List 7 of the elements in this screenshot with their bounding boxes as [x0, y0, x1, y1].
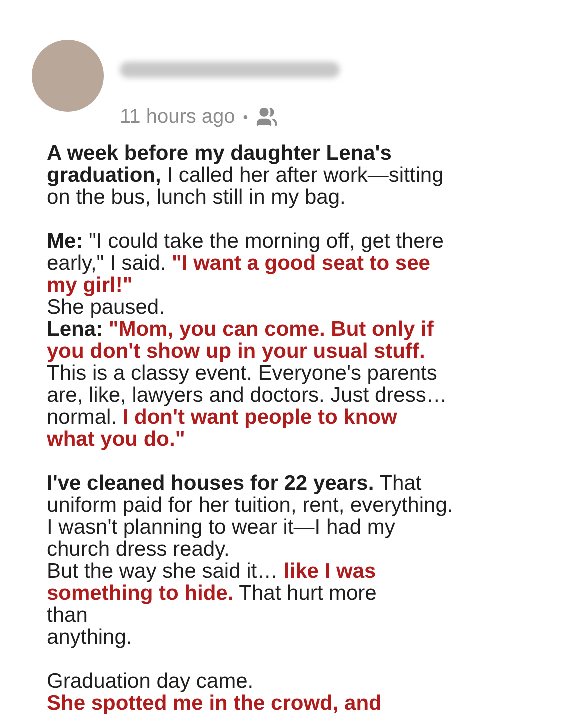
- post-paragraph: Graduation day came. She spotted me in the crowd, and: [47, 671, 383, 715]
- separator-dot: •: [243, 108, 248, 126]
- post-paragraph: Me: "I could take the morning off, get there early," I said. "I want a good seat to see my girl!" She paused. Lena: "Mom, you can come. But only if you don't show up in your usual stuff. This is a classy event. Everyone's parents are, like, lawyers and doctors. Just dress… normal. I don't want people to know what you do.": [47, 231, 448, 451]
- post-paragraph: I've cleaned houses for 22 years. That uniform paid for her tuition, rent, everything. I wasn't planning to wear it—I had my church dress ready. But the way she said it… like I was something to hide. That hurt more than anything.: [47, 473, 454, 649]
- post-paragraph: A week before my daughter Lena's graduation, I called her after work—sitting on the bus, lunch still in my bag.: [47, 143, 445, 209]
- post-time: 11 hours ago: [120, 105, 236, 130]
- audience-icon: [256, 106, 278, 128]
